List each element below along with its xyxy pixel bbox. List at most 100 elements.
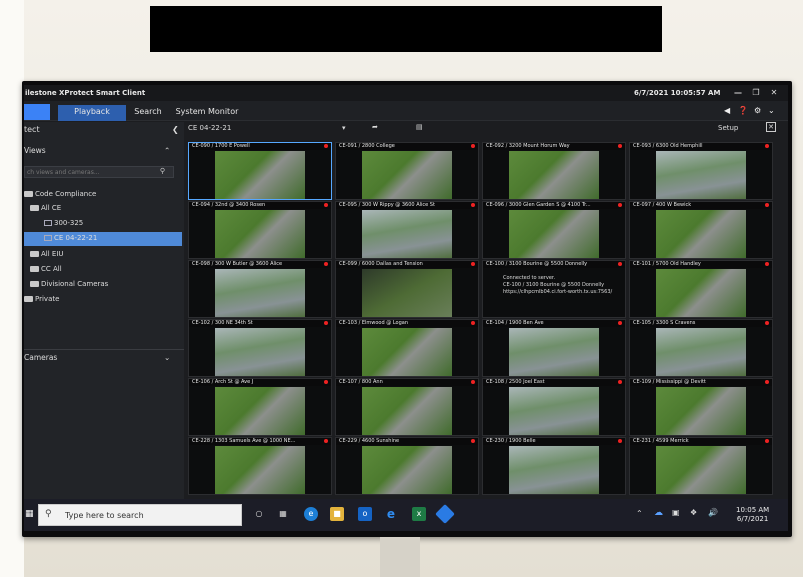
camera-tile[interactable]: CE-092 / 3200 Mount Horum Way (482, 142, 626, 200)
camera-tile[interactable]: CE-231 / 4599 Merrick (629, 437, 773, 495)
taskbar-search-input[interactable]: ⚲ Type here to search (38, 504, 242, 526)
tree-label: Code Compliance (35, 190, 97, 198)
tab-playback[interactable]: Playback (58, 105, 126, 121)
recording-indicator-icon (471, 380, 475, 384)
camera-tile[interactable]: CE-109 / Mississippi @ Devitt (629, 378, 773, 436)
search-icon[interactable]: ⚲ (160, 167, 165, 175)
help-icon[interactable]: ❓ (738, 106, 748, 115)
tree-item-code-compliance[interactable]: Code Compliance (24, 190, 96, 198)
tab-system-monitor[interactable]: System Monitor (174, 105, 240, 121)
settings-icon[interactable]: ⚙ (754, 106, 761, 115)
camera-tile[interactable]: CE-095 / 300 W Rippy @ 3600 Alice St (335, 201, 479, 259)
tree-item-all-eiu[interactable]: All EIU (30, 250, 64, 258)
camera-tile[interactable]: CE-105 / 3300 S Cravens (629, 319, 773, 377)
volume-icon[interactable]: 🔊 (708, 508, 718, 517)
show-hidden-icons-icon[interactable]: ⌃ (636, 509, 643, 518)
camera-tile[interactable]: CE-099 / 6000 Dallas and Tension (335, 260, 479, 318)
tree-item-divisional-cameras[interactable]: Divisional Cameras (30, 280, 108, 288)
camera-feed (362, 210, 452, 258)
camera-tile[interactable]: CE-100 / 3100 Bourine @ 5500 Donnelly Con… (482, 260, 626, 318)
camera-tile[interactable]: CE-093 / 6300 Old Hemphill (629, 142, 773, 200)
xprotect-app-icon[interactable] (435, 504, 455, 524)
camera-feed (362, 269, 452, 317)
cameras-header[interactable]: Cameras ⌄ (24, 349, 184, 363)
camera-label: CE-101 / 5700 Old Handley (630, 261, 772, 268)
camera-tile[interactable]: CE-090 / 1700 E Powell (188, 142, 332, 200)
tree-item-cc-all[interactable]: CC All (30, 265, 62, 273)
tree-item-private[interactable]: Private (24, 295, 59, 303)
camera-feed (362, 328, 452, 376)
camera-label: CE-105 / 3300 S Cravens (630, 320, 772, 327)
views-search-input[interactable]: ch views and cameras... ⚲ (24, 166, 174, 178)
share-icon[interactable]: ➦ (372, 123, 378, 131)
taskbar-clock[interactable]: 10:05 AM 6/7/2021 (736, 506, 769, 524)
tab-live[interactable] (24, 104, 50, 120)
battery-icon[interactable]: ▣ (672, 508, 680, 517)
camera-tile[interactable]: CE-098 / 300 W Butler @ 3600 Alice (188, 260, 332, 318)
fullscreen-icon[interactable]: ✕ (766, 122, 776, 132)
tree-item-300-325[interactable]: 300-325 (44, 219, 83, 227)
camera-tile[interactable]: CE-096 / 3000 Glen Garden S @ 4100 Tr... (482, 201, 626, 259)
wall-edge (0, 0, 24, 577)
tree-item-all-ce[interactable]: All CE (30, 204, 61, 212)
camera-feed (215, 269, 305, 317)
chevron-down-icon[interactable]: ⌄ (768, 106, 775, 115)
camera-feed (656, 210, 746, 258)
camera-feed (215, 328, 305, 376)
status-line: https://clhpcmlb04.ci.fort-worth.tx.us:7… (503, 289, 613, 295)
minimize-button[interactable]: — (730, 87, 746, 99)
wifi-icon[interactable]: ❖ (690, 508, 697, 517)
camera-tile[interactable]: CE-097 / 400 W Bewick (629, 201, 773, 259)
camera-tile[interactable]: CE-106 / Arch St @ Ave J (188, 378, 332, 436)
tree-label: Private (35, 295, 60, 303)
internet-explorer-icon[interactable]: e (384, 507, 398, 521)
tree-item-ce-04-22-21[interactable]: CE 04-22-21 (24, 232, 182, 246)
camera-tile[interactable]: CE-107 / 800 Ann (335, 378, 479, 436)
taskbar-search-placeholder: Type here to search (65, 511, 144, 520)
folder-icon (24, 296, 33, 302)
views-header[interactable]: Views ⌃ (24, 146, 184, 160)
tab-search[interactable]: Search (128, 105, 168, 121)
camera-feed (509, 446, 599, 494)
camera-label: CE-094 / 32nd @ 3400 Rosen (189, 202, 331, 209)
camera-tile[interactable]: CE-103 / Elmwood @ Logan (335, 319, 479, 377)
search-icon: ⚲ (45, 509, 52, 519)
excel-icon[interactable]: x (412, 507, 426, 521)
camera-label: CE-100 / 3100 Bourine @ 5500 Donnelly (483, 261, 625, 268)
view-icon (44, 235, 52, 241)
recording-indicator-icon (618, 439, 622, 443)
camera-label: CE-229 / 4600 Sunshine (336, 438, 478, 445)
collapse-pane-icon[interactable]: ❮ (172, 125, 179, 134)
camera-tile[interactable]: CE-102 / 300 NE 34th St (188, 319, 332, 377)
close-button[interactable]: ✕ (766, 87, 782, 99)
camera-feed (656, 446, 746, 494)
status-line: Connected to server. (503, 275, 556, 281)
chevron-up-icon[interactable]: ⌃ (164, 146, 170, 155)
cortana-icon[interactable]: ○ (252, 507, 266, 521)
outlook-icon[interactable]: o (358, 507, 372, 521)
recording-indicator-icon (618, 144, 622, 148)
camera-tile[interactable]: CE-104 / 1900 Ben Ave (482, 319, 626, 377)
file-explorer-icon[interactable]: ■ (330, 507, 344, 521)
view-icon (44, 220, 52, 226)
camera-tile[interactable]: CE-229 / 4600 Sunshine (335, 437, 479, 495)
view-dropdown-icon[interactable]: ▾ (342, 124, 346, 132)
windows-start-icon[interactable]: ▦ (25, 509, 35, 521)
restore-button[interactable]: ❐ (748, 87, 764, 99)
camera-label: CE-096 / 3000 Glen Garden S @ 4100 Tr... (483, 202, 625, 209)
camera-tile[interactable]: CE-101 / 5700 Old Handley (629, 260, 773, 318)
setup-button[interactable]: Setup (718, 124, 738, 132)
black-shelf (150, 6, 662, 52)
camera-tile[interactable]: CE-228 / 1303 Samuels Ave @ 1000 NE... (188, 437, 332, 495)
task-view-icon[interactable]: ▦ (276, 507, 290, 521)
onedrive-icon[interactable]: ☁ (654, 508, 663, 518)
camera-tile[interactable]: CE-091 / 2800 College (335, 142, 479, 200)
camera-tile[interactable]: CE-094 / 32nd @ 3400 Rosen (188, 201, 332, 259)
camera-tile[interactable]: CE-230 / 1900 Belle (482, 437, 626, 495)
camera-feed (509, 387, 599, 435)
camera-tile[interactable]: CE-108 / 2500 Joel East (482, 378, 626, 436)
edge-icon[interactable]: e (304, 507, 318, 521)
back-icon[interactable]: ◀ (724, 106, 730, 115)
chevron-down-icon[interactable]: ⌄ (164, 353, 170, 362)
snapshot-icon[interactable]: ▤ (416, 123, 423, 131)
